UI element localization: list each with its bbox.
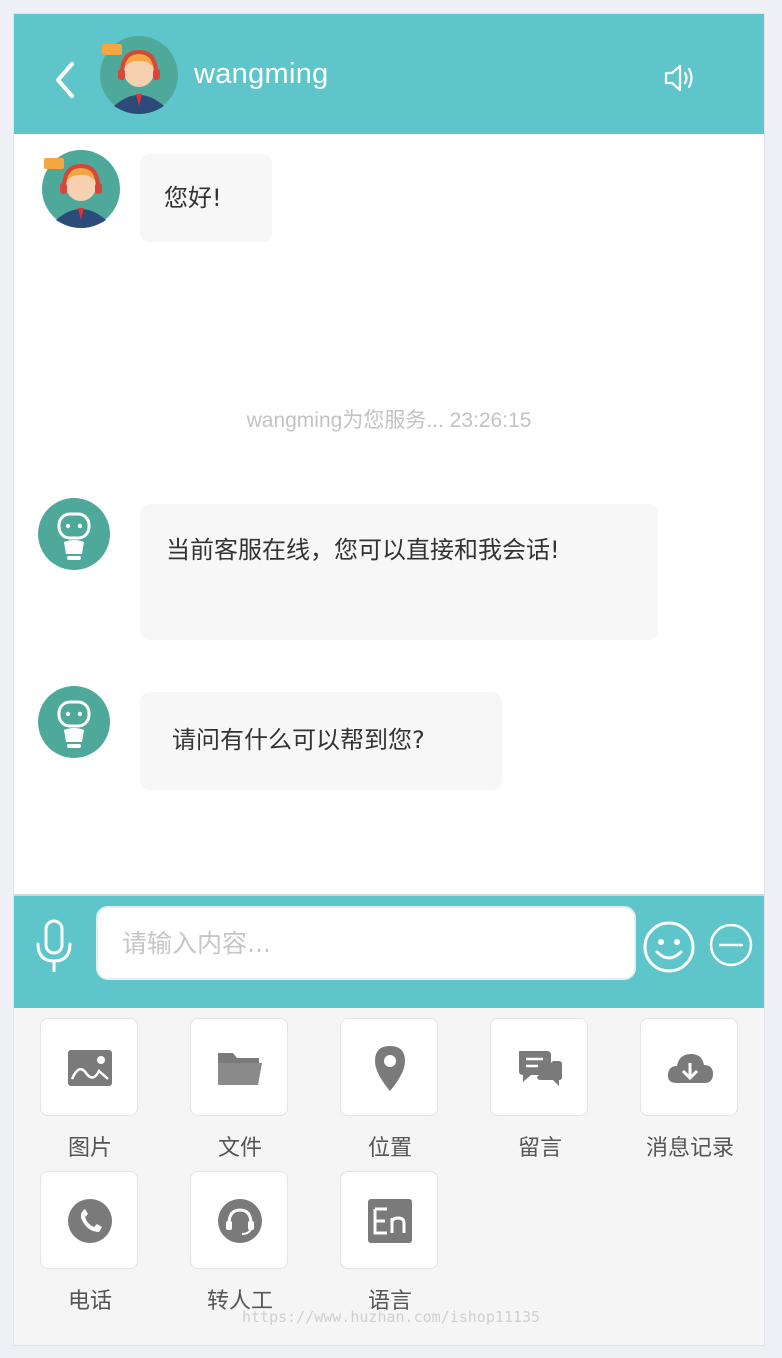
- robot-avatar: [38, 686, 110, 758]
- tool-label: 消息记录: [645, 1136, 734, 1161]
- chat-window: wangming 您好! wangming为您服务... 23:26:15 当前…: [13, 13, 765, 1346]
- service-status-note: wangming为您服务... 23:26:15: [246, 409, 532, 432]
- tool-label: 留言: [517, 1136, 562, 1161]
- language-en-icon: [368, 1199, 412, 1243]
- chat-bubbles-icon: [519, 1051, 562, 1086]
- tool-language[interactable]: 语言: [340, 1171, 440, 1314]
- tool-label: 文件: [217, 1136, 262, 1161]
- collapse-tools-button[interactable]: [708, 922, 754, 968]
- chevron-left-icon: [56, 62, 74, 98]
- location-pin-icon: [375, 1046, 405, 1091]
- chat-title: wangming: [194, 58, 329, 90]
- robot-avatar: [38, 498, 110, 570]
- tool-image[interactable]: 图片: [40, 1018, 140, 1161]
- message-bubble: 请问有什么可以帮到您?: [140, 692, 502, 790]
- support-agent-avatar: [42, 150, 120, 228]
- microphone-icon: [36, 919, 72, 972]
- watermark: https://www.huzhan.com/ishop11135: [241, 1308, 540, 1326]
- message-bubble: 当前客服在线，您可以直接和我会话!: [140, 504, 658, 640]
- message-input[interactable]: [96, 906, 636, 980]
- tool-message[interactable]: 留言: [490, 1018, 590, 1161]
- tool-human-agent[interactable]: 转人工: [190, 1171, 290, 1314]
- message-bubble: 您好!: [140, 154, 272, 242]
- chat-header: wangming: [14, 14, 764, 134]
- smiley-icon: [643, 921, 695, 973]
- speaker-icon: [664, 64, 693, 92]
- headset-icon: [218, 1199, 262, 1243]
- voice-input-button[interactable]: [32, 918, 76, 976]
- sound-toggle-button[interactable]: [662, 60, 698, 96]
- back-button[interactable]: [48, 58, 80, 102]
- emoji-button[interactable]: [642, 920, 696, 974]
- tool-label: 位置: [367, 1136, 412, 1161]
- support-agent-avatar: [100, 36, 178, 114]
- tool-panel: 图片 文件 位置 留言 消息记录 电话 转人工 语言: [14, 1008, 764, 1345]
- message-list: 您好! wangming为您服务... 23:26:15 当前客服在线，您可以直…: [14, 134, 764, 894]
- tool-label: 图片: [67, 1136, 112, 1161]
- tool-history[interactable]: 消息记录: [640, 1018, 740, 1161]
- input-bar: [14, 894, 764, 1008]
- folder-icon: [218, 1053, 262, 1085]
- tool-file[interactable]: 文件: [190, 1018, 290, 1161]
- cloud-download-icon: [667, 1054, 713, 1083]
- tool-location[interactable]: 位置: [340, 1018, 440, 1161]
- image-icon: [68, 1050, 112, 1086]
- phone-icon: [68, 1199, 112, 1243]
- tool-phone[interactable]: 电话: [40, 1171, 140, 1314]
- minus-circle-icon: [709, 923, 753, 967]
